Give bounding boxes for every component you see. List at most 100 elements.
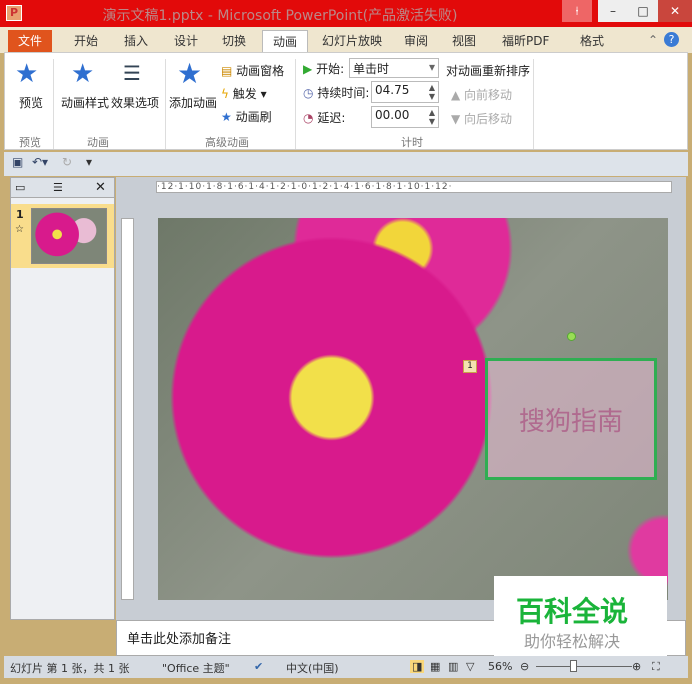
delay-label: ◔ 延迟:	[303, 109, 345, 126]
tab-file[interactable]: 文件	[8, 30, 53, 53]
divider	[295, 59, 296, 149]
add-animation-icon: ★	[177, 57, 203, 90]
add-animation-button[interactable]: 添加动画	[169, 94, 217, 111]
slideshow-icon[interactable]: ▽	[466, 660, 474, 673]
delay-value: 00.00	[375, 108, 410, 122]
title-bar: P 演示文稿1.pptx - Microsoft PowerPoint(产品激活…	[0, 0, 692, 27]
group-advanced-label: 高级动画	[205, 136, 249, 149]
move-earlier-button[interactable]: ▲ 向前移动	[451, 86, 512, 103]
normal-view-icon[interactable]: ◨	[410, 660, 425, 673]
animation-star-icon: ☆	[15, 224, 24, 235]
animation-styles-button[interactable]: 动画样式	[61, 94, 109, 111]
collapse-ribbon-icon[interactable]: ⌃	[648, 33, 658, 47]
quick-access-toolbar: ▣ ↶▾ ↻ ▾	[4, 152, 688, 176]
animation-painter-icon: ★	[221, 110, 232, 124]
move-later-label: 向后移动	[464, 112, 513, 126]
trigger-button[interactable]: ϟ 触发 ▾	[221, 85, 267, 102]
start-value: 单击时	[353, 62, 390, 76]
pin-icon[interactable]: ⍿	[562, 0, 592, 22]
animation-painter-label: 动画刷	[235, 110, 272, 124]
watermark-title: 百科全说	[516, 595, 629, 628]
animation-pane-button[interactable]: ▤ 动画窗格	[221, 62, 284, 79]
slide-number: 1	[16, 208, 24, 221]
delay-spinner[interactable]: 00.00 ▲ ▼	[371, 106, 439, 128]
maximize-button[interactable]: □	[628, 0, 658, 22]
close-pane-icon[interactable]: ✕	[95, 180, 106, 195]
divider	[165, 59, 166, 149]
tab-home[interactable]: 开始	[64, 30, 108, 53]
zoom-slider[interactable]	[536, 666, 632, 667]
language[interactable]: 中文(中国)	[286, 660, 339, 676]
slide-count: 幻灯片 第 1 张，共 1 张	[10, 662, 130, 675]
delay-clock-icon: ◔	[303, 111, 314, 125]
effect-options-icon: ☰	[123, 61, 141, 85]
minimize-button[interactable]: –	[598, 0, 628, 22]
text-box-content[interactable]: 搜狗指南	[488, 401, 654, 438]
slides-tab-icon[interactable]: ▭	[15, 181, 25, 194]
slides-pane: ▭ ☰ ✕ 1 ☆	[10, 177, 115, 620]
start-label-text: 开始:	[316, 62, 345, 76]
notes-placeholder[interactable]: 单击此处添加备注	[127, 628, 231, 647]
duration-value: 04.75	[375, 83, 410, 97]
slide-thumbnail	[31, 208, 107, 264]
start-dropdown[interactable]: 单击时 ▾	[349, 58, 439, 78]
status-bar: 幻灯片 第 1 张，共 1 张 "Office 主题" ✔ 中文(中国) ◨ ▦…	[4, 656, 688, 678]
zoom-slider-thumb[interactable]	[570, 660, 578, 672]
undo-icon[interactable]: ↶▾	[32, 155, 48, 169]
fit-to-window-icon[interactable]: ⛶	[652, 660, 660, 674]
preview-button[interactable]: 预览	[19, 94, 43, 111]
reorder-label: 对动画重新排序	[446, 64, 531, 78]
spellcheck-icon[interactable]: ✔	[254, 660, 263, 673]
delay-label-text: 延迟:	[317, 111, 346, 125]
theme-name[interactable]: "Office 主题"	[162, 660, 230, 676]
rotate-handle[interactable]	[567, 332, 576, 341]
effect-options-button[interactable]: 效果选项	[111, 94, 159, 111]
animation-order-badge[interactable]: 1	[463, 360, 477, 373]
trigger-label: 触发	[232, 87, 257, 101]
zoom-in-icon[interactable]: ⊕	[632, 660, 641, 673]
divider	[533, 59, 534, 149]
help-icon[interactable]: ?	[664, 32, 679, 47]
slide-thumbnail-item[interactable]: 1 ☆	[11, 204, 114, 268]
tab-transitions[interactable]: 切换	[212, 30, 256, 53]
tab-insert[interactable]: 插入	[114, 30, 158, 53]
tab-review[interactable]: 审阅	[394, 30, 438, 53]
zoom-level[interactable]: 56%	[488, 660, 512, 673]
text-box[interactable]: 搜狗指南	[485, 358, 657, 480]
tab-format[interactable]: 格式	[570, 30, 614, 53]
move-later-button[interactable]: ▼ 向后移动	[451, 110, 512, 127]
customize-qat-icon[interactable]: ▾	[86, 155, 92, 169]
outline-tab-icon[interactable]: ☰	[53, 181, 63, 194]
watermark-subtitle: 助你轻松解决	[524, 632, 621, 651]
move-earlier-label: 向前移动	[464, 88, 513, 102]
tab-design[interactable]: 设计	[164, 30, 208, 53]
slide-canvas[interactable]: 1 搜狗指南	[158, 218, 668, 600]
window-title: 演示文稿1.pptx - Microsoft PowerPoint(产品激活失败…	[102, 8, 458, 24]
slide-sorter-icon[interactable]: ▦	[430, 660, 440, 673]
tab-view[interactable]: 视图	[442, 30, 486, 53]
ribbon: ★ 预览 预览 ★ 动画样式 ☰ 效果选项 动画 ★ 添加动画 ▤ 动画窗格 ϟ…	[4, 52, 688, 150]
save-icon[interactable]: ▣	[12, 155, 23, 169]
zoom-out-icon[interactable]: ⊖	[520, 660, 529, 673]
watermark: 百科全说 助你轻松解决	[494, 576, 667, 656]
redo-icon[interactable]: ↻	[62, 155, 72, 169]
lightning-icon: ϟ	[221, 87, 229, 101]
ribbon-tabs: 文件 开始 插入 设计 切换 动画 幻灯片放映 审阅 视图 福昕PDF 格式 ⌃…	[0, 27, 692, 53]
tab-animations[interactable]: 动画	[262, 30, 309, 53]
group-preview-label: 预览	[19, 136, 41, 149]
duration-spinner[interactable]: 04.75 ▲ ▼	[371, 81, 439, 103]
tab-slideshow[interactable]: 幻灯片放映	[312, 30, 392, 53]
close-button[interactable]: ✕	[658, 0, 692, 22]
clock-icon: ◷	[303, 86, 314, 100]
duration-label: ◷ 持续时间:	[303, 84, 369, 101]
animation-pane-icon: ▤	[221, 64, 233, 78]
tab-foxit-pdf[interactable]: 福昕PDF	[492, 30, 559, 53]
group-animation-label: 动画	[87, 136, 109, 149]
horizontal-ruler: ·12·1·10·1·8·1·6·1·4·1·2·1·0·1·2·1·4·1·6…	[156, 181, 672, 193]
animation-painter-button[interactable]: ★ 动画刷	[221, 108, 272, 125]
play-icon: ▶	[303, 62, 313, 76]
animation-pane-label: 动画窗格	[236, 64, 285, 78]
group-timing-label: 计时	[401, 136, 423, 149]
divider	[53, 59, 54, 149]
reading-view-icon[interactable]: ▥	[448, 660, 458, 673]
